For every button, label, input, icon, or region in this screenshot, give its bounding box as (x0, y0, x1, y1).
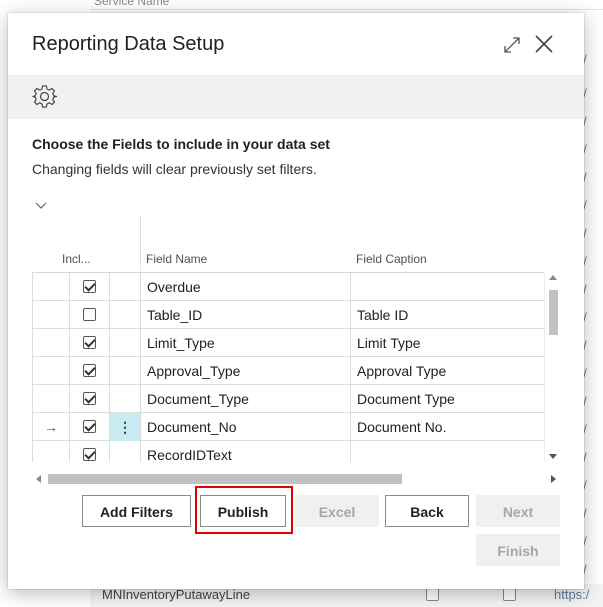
field-caption-cell[interactable]: Limit Type (351, 329, 544, 357)
include-cell[interactable] (70, 413, 110, 441)
row-indicator (33, 357, 70, 385)
table-row[interactable]: Document_Type Document Type (33, 385, 544, 413)
include-checkbox[interactable] (83, 392, 96, 405)
field-name-cell[interactable]: Table_ID (141, 301, 351, 329)
table-row[interactable]: Overdue (33, 273, 544, 301)
finish-button: Finish (476, 534, 560, 566)
field-caption-cell[interactable] (351, 441, 544, 462)
table-row[interactable]: RecordIDText (33, 441, 544, 462)
excel-button: Excel (295, 495, 379, 527)
scroll-right-icon[interactable] (551, 475, 556, 483)
horizontal-scroll-thumb[interactable] (48, 474, 402, 484)
include-cell[interactable] (70, 329, 110, 357)
row-indicator (33, 441, 70, 462)
field-name-cell[interactable]: Overdue (141, 273, 351, 301)
field-caption-cell[interactable]: Approval Type (351, 357, 544, 385)
include-cell[interactable] (70, 273, 110, 301)
field-name-cell[interactable]: Limit_Type (141, 329, 351, 357)
instructions-title: Choose the Fields to include in your dat… (32, 136, 330, 152)
vertical-scrollbar[interactable] (544, 272, 560, 462)
include-checkbox[interactable] (83, 280, 96, 293)
row-menu-cell[interactable] (110, 385, 141, 413)
row-menu-cell[interactable] (110, 301, 141, 329)
grid-rows: Overdue Table_ID Table ID Limit_Type Lim… (32, 272, 544, 462)
action-bar (8, 75, 584, 119)
row-menu-cell[interactable] (110, 357, 141, 385)
highlight-box (195, 486, 293, 534)
table-row[interactable]: Limit_Type Limit Type (33, 329, 544, 357)
horizontal-scrollbar[interactable] (32, 471, 560, 487)
add-filters-button[interactable]: Add Filters (82, 495, 191, 527)
dialog-title: Reporting Data Setup (32, 33, 225, 55)
include-cell[interactable] (70, 357, 110, 385)
include-checkbox[interactable] (83, 308, 96, 321)
fields-grid: Incl... Field Name Field Caption Overdue… (32, 216, 560, 487)
vertical-scroll-thumb[interactable] (549, 290, 558, 335)
field-caption-cell[interactable]: Document Type (351, 385, 544, 413)
table-row[interactable]: Approval_Type Approval Type (33, 357, 544, 385)
background-header-row: Service Name (90, 0, 603, 10)
next-button: Next (476, 495, 560, 527)
background-row-url[interactable]: https:/ (554, 587, 589, 602)
background-row-checkbox[interactable] (426, 588, 439, 601)
scroll-left-icon[interactable] (36, 475, 41, 483)
table-row[interactable]: Table_ID Table ID (33, 301, 544, 329)
row-indicator (33, 385, 70, 413)
close-icon[interactable] (533, 33, 555, 55)
field-name-cell[interactable]: Document_No (141, 413, 351, 441)
field-caption-cell[interactable]: Table ID (351, 301, 544, 329)
background-row-name[interactable]: MNInventoryPutawayLine (102, 587, 250, 602)
column-divider (140, 216, 141, 271)
table-row-selected[interactable]: → ⋮ Document_No Document No. (33, 413, 544, 441)
scroll-down-icon[interactable] (549, 454, 557, 459)
include-cell[interactable] (70, 441, 110, 462)
chevron-down-icon[interactable] (34, 198, 48, 209)
row-menu-cell[interactable] (110, 441, 141, 462)
field-caption-cell[interactable] (351, 273, 544, 301)
scroll-up-icon[interactable] (549, 275, 557, 280)
include-checkbox[interactable] (83, 420, 96, 433)
background-header-label: Service Name (94, 0, 170, 8)
background-row-checkbox[interactable] (503, 588, 516, 601)
gear-icon[interactable] (32, 84, 58, 110)
column-header-field-name[interactable]: Field Name (146, 252, 207, 266)
row-arrow-icon: → (33, 413, 70, 441)
column-header-include[interactable]: Incl... (62, 252, 91, 266)
field-caption-cell[interactable]: Document No. (351, 413, 544, 441)
field-name-cell[interactable]: Document_Type (141, 385, 351, 413)
reporting-data-setup-dialog: Reporting Data Setup Choose the Fields t… (8, 13, 584, 589)
row-menu-cell[interactable] (110, 273, 141, 301)
row-menu-cell[interactable] (110, 329, 141, 357)
row-indicator (33, 301, 70, 329)
expand-icon[interactable] (502, 35, 522, 55)
include-checkbox[interactable] (83, 364, 96, 377)
row-indicator (33, 273, 70, 301)
field-name-cell[interactable]: RecordIDText (141, 441, 351, 462)
instructions-subtitle: Changing fields will clear previously se… (32, 161, 317, 177)
column-header-field-caption[interactable]: Field Caption (356, 252, 427, 266)
back-button[interactable]: Back (385, 495, 469, 527)
field-name-cell[interactable]: Approval_Type (141, 357, 351, 385)
include-checkbox[interactable] (83, 336, 96, 349)
row-menu-icon[interactable]: ⋮ (110, 413, 141, 441)
include-cell[interactable] (70, 385, 110, 413)
row-indicator (33, 329, 70, 357)
include-checkbox[interactable] (83, 448, 96, 461)
include-cell[interactable] (70, 301, 110, 329)
